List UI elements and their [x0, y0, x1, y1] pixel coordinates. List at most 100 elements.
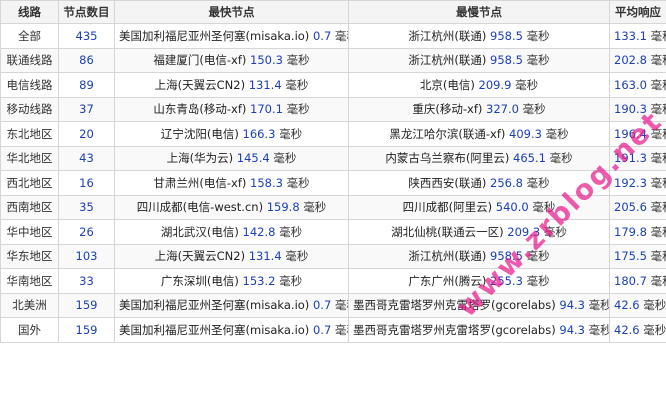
average-ms: 133.1 [614, 28, 647, 43]
slowest-node-name: 浙江杭州(联通) [408, 28, 487, 43]
average-cell: 190.3 毫秒 [609, 96, 666, 122]
fastest-node-cell: 美国加利福尼亚州圣何塞(misaka.io) 0.7 毫秒 [114, 23, 349, 49]
average-ms: 190.3 [614, 102, 647, 117]
fastest-node-cell: 甘肃兰州(电信-xf) 158.3 毫秒 [114, 170, 349, 196]
unit-label: 毫秒 [650, 126, 666, 141]
slowest-node-ms: 327.0 [486, 102, 519, 117]
unit-label: 毫秒 [650, 224, 666, 239]
table-row: 华中地区 26 湖北武汉(电信) 142.8 毫秒 湖北仙桃(联通云一区) 209.3… [0, 219, 666, 245]
slowest-node-name: 黑龙江哈尔滨(联通-xf) [389, 126, 506, 141]
unit-label: 毫秒 [286, 175, 310, 190]
fastest-node-cell: 福建厦门(电信-xf) 150.3 毫秒 [114, 47, 349, 73]
fastest-node-ms: 150.3 [250, 53, 283, 68]
line-name: 移动线路 [0, 96, 59, 122]
fastest-node-ms: 145.4 [236, 151, 270, 166]
node-count: 43 [58, 145, 115, 171]
unit-label: 毫秒 [532, 200, 556, 215]
unit-label: 毫秒 [303, 200, 327, 215]
unit-label: 毫秒 [650, 200, 666, 215]
fastest-node-name: 湖北武汉(电信) [160, 224, 239, 239]
unit-label: 毫秒 [650, 28, 666, 43]
node-latency-table: 线路 节点数目 最快节点 最慢节点 平均响应 全部 435 美国加利福尼亚州圣何塞(… [0, 0, 666, 343]
fastest-node-ms: 153.2 [242, 273, 276, 288]
line-name: 电信线路 [0, 72, 59, 98]
average-cell: 179.8 毫秒 [609, 219, 666, 245]
fastest-node-cell: 美国加利福尼亚州圣何塞(misaka.io) 0.7 毫秒 [114, 317, 349, 343]
fastest-node-name: 甘肃兰州(电信-xf) [153, 175, 247, 190]
slowest-node-name: 浙江杭州(联通) [408, 53, 487, 68]
unit-label: 毫秒 [273, 151, 297, 166]
average-cell: 192.3 毫秒 [609, 170, 666, 196]
unit-label: 毫秒 [285, 249, 309, 264]
node-count: 37 [58, 96, 115, 122]
slowest-node-ms: 209.9 [478, 77, 512, 92]
line-name: 西北地区 [0, 170, 59, 196]
slowest-node-name: 广东广州(腾云) [408, 273, 487, 288]
fastest-node-name: 美国加利福尼亚州圣何塞(misaka.io) [119, 298, 310, 313]
line-name: 华南地区 [0, 268, 59, 294]
average-ms: 191.3 [614, 151, 647, 166]
average-ms: 42.6 [614, 322, 640, 337]
slowest-node-ms: 958.5 [490, 28, 523, 43]
table-row: 电信线路 89 上海(天翼云CN2) 131.4 毫秒 北京(电信) 209.9 毫秒… [0, 72, 666, 98]
unit-label: 毫秒 [334, 28, 348, 43]
average-cell: 191.3 毫秒 [609, 145, 666, 171]
fastest-node-ms: 170.1 [250, 102, 283, 117]
line-name: 华东地区 [0, 243, 59, 269]
slowest-node-cell: 北京(电信) 209.9 毫秒 [348, 72, 610, 98]
unit-label: 毫秒 [285, 77, 309, 92]
slowest-node-name: 内蒙古乌兰察布(阿里云) [385, 151, 510, 166]
fastest-node-name: 上海(天翼云CN2) [154, 249, 246, 264]
average-ms: 192.3 [614, 175, 647, 190]
node-count: 26 [58, 219, 115, 245]
slowest-node-cell: 重庆(移动-xf) 327.0 毫秒 [348, 96, 610, 122]
fastest-node-name: 广东深圳(电信) [160, 273, 239, 288]
slowest-node-name: 浙江杭州(联通) [408, 249, 487, 264]
average-ms: 196.4 [614, 126, 647, 141]
slowest-node-ms: 958.5 [490, 53, 523, 68]
fastest-node-name: 上海(华为云) [166, 151, 234, 166]
slowest-node-name: 重庆(移动-xf) [412, 102, 483, 117]
line-name: 北美洲 [0, 292, 59, 318]
fastest-node-ms: 0.7 [312, 322, 332, 337]
line-name: 全部 [0, 23, 59, 49]
average-ms: 180.7 [614, 273, 647, 288]
line-name: 联通线路 [0, 47, 59, 73]
fastest-node-ms: 166.3 [242, 126, 276, 141]
slowest-node-name: 陕西西安(联通) [408, 175, 487, 190]
average-cell: 133.1 毫秒 [609, 23, 666, 49]
unit-label: 毫秒 [522, 102, 546, 117]
fastest-node-ms: 131.4 [248, 249, 282, 264]
node-count: 33 [58, 268, 115, 294]
slowest-node-ms: 409.3 [509, 126, 542, 141]
fastest-node-cell: 山东青岛(移动-xf) 170.1 毫秒 [114, 96, 349, 122]
slowest-node-cell: 墨西哥克雷塔罗州克雷塔罗(gcorelabs) 94.3 毫秒 [348, 317, 610, 343]
fastest-node-name: 上海(天翼云CN2) [154, 77, 246, 92]
slowest-node-cell: 浙江杭州(联通) 958.5 毫秒 [348, 47, 610, 73]
average-cell: 205.6 毫秒 [609, 194, 666, 220]
average-ms: 202.8 [614, 53, 647, 68]
average-cell: 180.7 毫秒 [609, 268, 666, 294]
average-cell: 163.0 毫秒 [609, 72, 666, 98]
unit-label: 毫秒 [515, 77, 539, 92]
header-fastest-node: 最快节点 [114, 0, 349, 24]
average-cell: 42.6 毫秒 [609, 292, 666, 318]
fastest-node-ms: 159.8 [266, 200, 300, 215]
node-count: 89 [58, 72, 115, 98]
unit-label: 毫秒 [526, 249, 550, 264]
table-row: 移动线路 37 山东青岛(移动-xf) 170.1 毫秒 重庆(移动-xf) 327.… [0, 96, 666, 122]
table-row: 全部435美国加利福尼亚州圣何塞(misaka.io) 0.7 毫秒浙江杭州(联… [0, 23, 666, 49]
fastest-node-name: 辽宁沈阳(电信) [160, 126, 239, 141]
average-ms: 179.8 [614, 224, 647, 239]
unit-label: 毫秒 [526, 28, 550, 43]
average-ms: 175.5 [614, 249, 647, 264]
average-cell: 196.4 毫秒 [609, 121, 666, 147]
slowest-node-cell: 内蒙古乌兰察布(阿里云) 465.1 毫秒 [348, 145, 610, 171]
slowest-node-ms: 209.3 [507, 224, 541, 239]
unit-label: 毫秒 [650, 102, 666, 117]
line-name: 西南地区 [0, 194, 59, 220]
fastest-node-name: 美国加利福尼亚州圣何塞(misaka.io) [119, 322, 310, 337]
table-row: 华北地区 43 上海(华为云) 145.4 毫秒 内蒙古乌兰察布(阿里云) 465.1… [0, 145, 666, 171]
unit-label: 毫秒 [279, 224, 303, 239]
header-count: 节点数目 [58, 0, 115, 24]
